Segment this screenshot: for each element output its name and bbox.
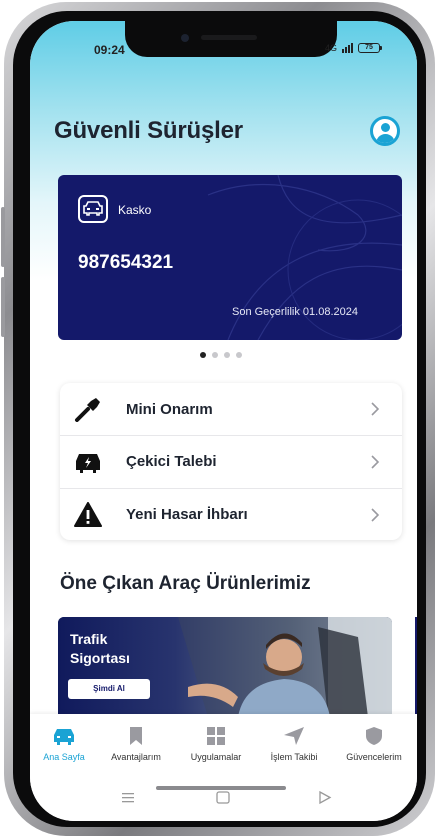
page-title: Güvenli Sürüşler: [54, 117, 243, 144]
nav-label: Uygulamalar: [190, 752, 242, 762]
car-tow-icon: [76, 454, 100, 473]
nav-guvencelerim[interactable]: Güvencelerim: [334, 726, 414, 762]
chevron-right-icon: [371, 455, 380, 469]
nav-uygulamalar[interactable]: Uygulamalar: [176, 726, 256, 762]
action-yeni-hasar-ihbari[interactable]: Yeni Hasar İhbarı: [60, 488, 402, 540]
grid-icon: [207, 727, 225, 745]
policy-expiry: Son Geçerlilik 01.08.2024: [232, 306, 358, 318]
phone-side-button: [1, 207, 5, 267]
warning-icon: [74, 502, 102, 527]
chevron-right-icon: [371, 508, 380, 522]
send-icon: [284, 727, 304, 745]
car-icon: [54, 729, 74, 745]
network-label: 4G: [325, 43, 338, 53]
section-title: Öne Çıkan Araç Ürünlerimiz: [60, 573, 311, 594]
car-icon: [78, 195, 108, 223]
camera: [181, 34, 189, 42]
action-label: Çekici Talebi: [126, 453, 217, 470]
phone-side-button: [1, 277, 5, 337]
action-mini-onarim[interactable]: Mini Onarım: [60, 383, 402, 435]
system-nav-bar: [122, 790, 332, 805]
notch: [125, 21, 337, 57]
nav-label: İşlem Takibi: [270, 752, 318, 762]
profile-icon[interactable]: [370, 116, 400, 146]
carousel-dot[interactable]: [212, 352, 218, 358]
quick-actions: Mini Onarım Çekici Talebi Yeni Hasar İhb…: [60, 383, 402, 540]
nav-label: Avantajlarım: [111, 752, 161, 762]
promo-banner[interactable]: Trafik Sigortası Şimdi Al: [58, 617, 392, 717]
wrench-icon: [75, 398, 100, 422]
nav-islem-takibi[interactable]: İşlem Takibi: [254, 726, 334, 762]
promo-title: Trafik Sigortası: [70, 631, 130, 666]
policy-number: 987654321: [78, 252, 174, 273]
action-label: Mini Onarım: [126, 400, 213, 418]
status-time: 09:24: [94, 43, 125, 57]
nav-label: Ana Sayfa: [43, 752, 85, 762]
nav-ana-sayfa[interactable]: Ana Sayfa: [30, 726, 104, 762]
status-icons: 4G 75: [325, 43, 383, 53]
nav-label: Güvencelerim: [346, 752, 402, 762]
phone-frame: 09:24 4G 75 Güvenli Sürüşler Kasko 98765…: [1, 2, 435, 836]
action-label: Yeni Hasar İhbarı: [126, 506, 248, 523]
carousel-dot[interactable]: [224, 352, 230, 358]
action-cekici-talebi[interactable]: Çekici Talebi: [60, 435, 402, 487]
speaker: [201, 35, 257, 40]
chevron-right-icon: [371, 402, 380, 416]
nav-avantajlarim[interactable]: Avantajlarım: [96, 726, 176, 762]
carousel-dot[interactable]: [236, 352, 242, 358]
policy-type: Kasko: [118, 203, 152, 217]
bottom-nav: Ana Sayfa Avantajlarım Uygulamalar İşlem…: [30, 714, 417, 821]
menu-icon: [122, 793, 134, 803]
bookmark-icon: [130, 727, 142, 745]
back-icon: [319, 790, 332, 805]
home-indicator[interactable]: [156, 786, 286, 790]
signal-icon: [342, 43, 354, 53]
carousel-dot[interactable]: [200, 352, 206, 358]
carousel-dots[interactable]: [200, 352, 242, 358]
policy-card[interactable]: Kasko 987654321 Son Geçerlilik 01.08.202…: [58, 175, 402, 340]
battery-icon: 75: [358, 43, 383, 53]
next-promo-peek: [415, 617, 417, 717]
buy-now-button[interactable]: Şimdi Al: [68, 679, 150, 699]
screen: 09:24 4G 75 Güvenli Sürüşler Kasko 98765…: [30, 21, 417, 821]
home-icon: [216, 791, 230, 804]
shield-icon: [366, 727, 382, 745]
